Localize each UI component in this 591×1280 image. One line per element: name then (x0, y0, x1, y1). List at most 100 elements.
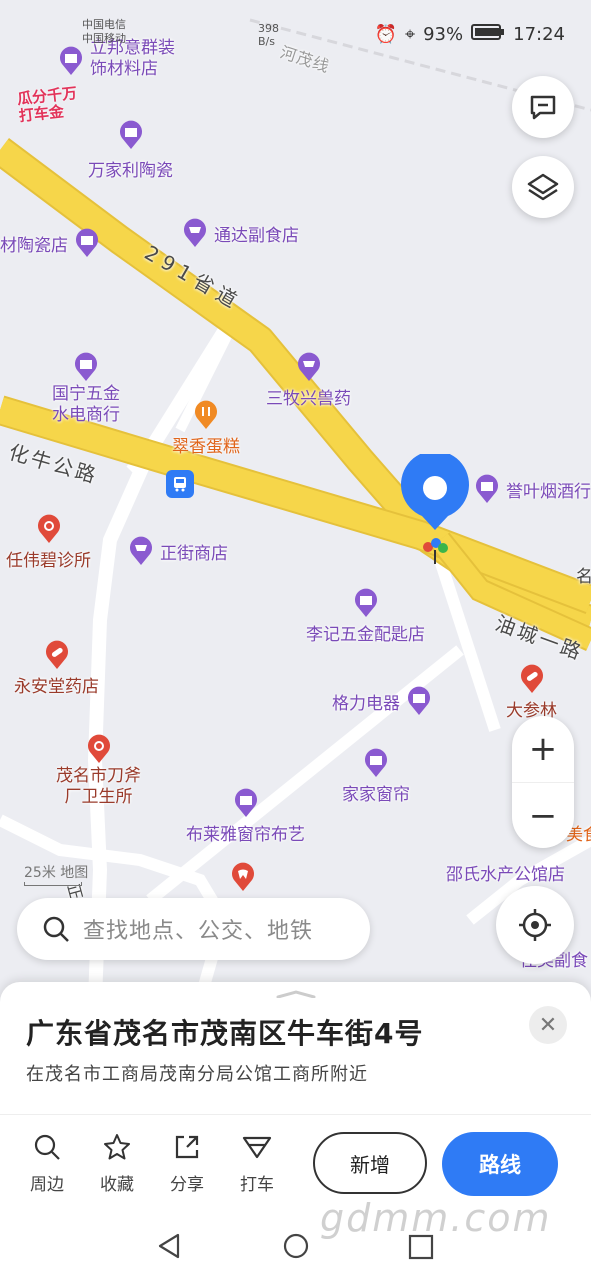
poi-daofu[interactable]: 茂名市刀斧 厂卫生所 (56, 734, 141, 808)
poi-dashenlin[interactable]: 大参林 (506, 664, 557, 721)
locate-button[interactable] (496, 886, 574, 964)
share-action[interactable]: 分享 (157, 1132, 217, 1195)
poi-geli[interactable]: 格力电器 (332, 686, 432, 716)
poi-dental[interactable] (230, 862, 256, 892)
poi-zhengjie[interactable]: 正街商店 (128, 536, 228, 566)
watermark: gdmm.com (320, 1196, 552, 1240)
action-label: 分享 (170, 1175, 204, 1195)
battery-icon (471, 24, 505, 45)
battery-percent: 93% (423, 24, 464, 45)
place-nearby: 在茂名市工商局茂南分局公馆工商所附近 (26, 1064, 368, 1085)
poi-label: 万家利陶瓷 (88, 161, 173, 181)
poi-guoning[interactable]: 国宁五金 水电商行 (52, 352, 120, 426)
poi-label: 正街商店 (160, 543, 228, 564)
search-icon (43, 916, 69, 942)
star-icon (104, 1134, 130, 1160)
place-address: 广东省茂名市茂南区牛车街4号 (26, 1017, 424, 1050)
map-canvas[interactable]: 291省道 化牛公路 油城一路 河茂线 正 瓜分千万 打车金 立邦意群装 饰材料店… (0, 0, 591, 1000)
bus-icon[interactable] (166, 470, 194, 498)
shop-icon (474, 474, 500, 504)
add-button[interactable]: 新增 (313, 1132, 427, 1194)
poi-wanjiali[interactable]: 万家利陶瓷 (88, 120, 173, 181)
location-pin-icon[interactable] (400, 450, 470, 578)
close-icon: ✕ (538, 1012, 558, 1038)
poi-cuixiang[interactable]: 翠香蛋糕 (172, 400, 240, 457)
alarm-icon: ⏰ (374, 24, 397, 45)
map-scale: 25米 地图 (24, 862, 88, 886)
shop-icon (363, 748, 389, 778)
taxi-icon (242, 1136, 272, 1159)
clock: 17:24 (513, 24, 565, 45)
route-button[interactable]: 路线 (442, 1132, 558, 1196)
cart-icon (296, 352, 322, 382)
fork-icon (193, 400, 219, 430)
status-bar: 中国电信 中国移动 398 B/s ⏰ ⌖ 93% 17:24 (0, 0, 591, 74)
action-label: 打车 (240, 1175, 274, 1195)
status-right: ⏰ ⌖ 93% 17:24 (375, 24, 565, 45)
action-label: 收藏 (100, 1175, 134, 1195)
poi-label: 任伟碧诊所 (6, 551, 91, 571)
zoom-control: + − (512, 716, 574, 848)
poi-yuye[interactable]: 誉叶烟酒行 (474, 474, 591, 504)
net-speed: 398 B/s (258, 22, 279, 48)
poi-label: 名 (576, 567, 591, 587)
stethoscope-icon (86, 734, 112, 764)
layers-icon (527, 173, 559, 201)
poi-tongda[interactable]: 通达副食店 (182, 218, 299, 248)
poi-label: 誉叶烟酒行 (506, 481, 591, 502)
location-icon: ⌖ (404, 24, 416, 45)
crosshair-icon (519, 909, 551, 941)
poi-label: 格力电器 (332, 693, 400, 714)
poi-label: 三牧兴兽药 (266, 389, 351, 409)
poi-sanmu[interactable]: 三牧兴兽药 (266, 352, 351, 409)
shop-icon (353, 588, 379, 618)
poi-renwei[interactable]: 任伟碧诊所 (6, 514, 91, 571)
back-icon[interactable] (156, 1232, 182, 1260)
poi-label: 李记五金配匙店 (306, 625, 425, 645)
action-label: 周边 (30, 1175, 64, 1195)
poi-ming[interactable]: 名 (576, 562, 591, 587)
shop-icon (118, 120, 144, 150)
divider (0, 1114, 591, 1115)
taxi-action[interactable]: 打车 (227, 1132, 287, 1195)
carrier-info: 中国电信 中国移动 (82, 18, 126, 45)
favorite-action[interactable]: 收藏 (87, 1132, 147, 1195)
close-button[interactable]: ✕ (529, 1006, 567, 1044)
poi-label: 翠香蛋糕 (172, 437, 240, 457)
tooth-icon (230, 862, 256, 892)
layers-button[interactable] (512, 156, 574, 218)
poi-label: 茂名市刀斧 (56, 766, 141, 786)
poi-bulaiya[interactable]: 布莱雅窗帘布艺 (186, 788, 305, 845)
poi-shaoshi[interactable]: 邵氏水产公馆店 (446, 860, 565, 885)
nearby-action[interactable]: 周边 (17, 1132, 77, 1195)
poi-label: 永安堂药店 (14, 677, 99, 697)
shop-icon (233, 788, 259, 818)
poi-taoci[interactable]: 材陶瓷店 (0, 228, 100, 258)
promo-badge[interactable]: 瓜分千万 打车金 (16, 84, 79, 125)
search-bar[interactable]: 查找地点、公交、地铁 (17, 898, 370, 960)
share-icon (175, 1135, 199, 1159)
zoom-in-button[interactable]: + (512, 716, 574, 782)
poi-label: 国宁五金 (52, 384, 120, 404)
poi-label: 厂卫生所 (64, 787, 133, 807)
home-icon[interactable] (282, 1232, 310, 1260)
pill-icon (519, 664, 545, 694)
zoom-out-button[interactable]: − (512, 782, 574, 849)
poi-liji[interactable]: 李记五金配匙店 (306, 588, 425, 645)
chat-icon (530, 95, 556, 120)
poi-yongan[interactable]: 永安堂药店 (14, 640, 99, 697)
poi-label: 通达副食店 (214, 225, 299, 246)
poi-label: 家家窗帘 (342, 785, 410, 805)
sheet-handle[interactable] (276, 990, 316, 998)
cart-icon (182, 218, 208, 248)
search-input[interactable]: 查找地点、公交、地铁 (83, 913, 313, 945)
poi-label: 材陶瓷店 (0, 235, 68, 256)
stethoscope-icon (36, 514, 62, 544)
poi-label: 水电商行 (52, 405, 120, 425)
search-icon (34, 1134, 60, 1160)
poi-jiajia[interactable]: 家家窗帘 (342, 748, 410, 805)
shop-icon (74, 228, 100, 258)
poi-label: 布莱雅窗帘布艺 (186, 825, 305, 845)
message-button[interactable] (512, 76, 574, 138)
cart-icon (128, 536, 154, 566)
